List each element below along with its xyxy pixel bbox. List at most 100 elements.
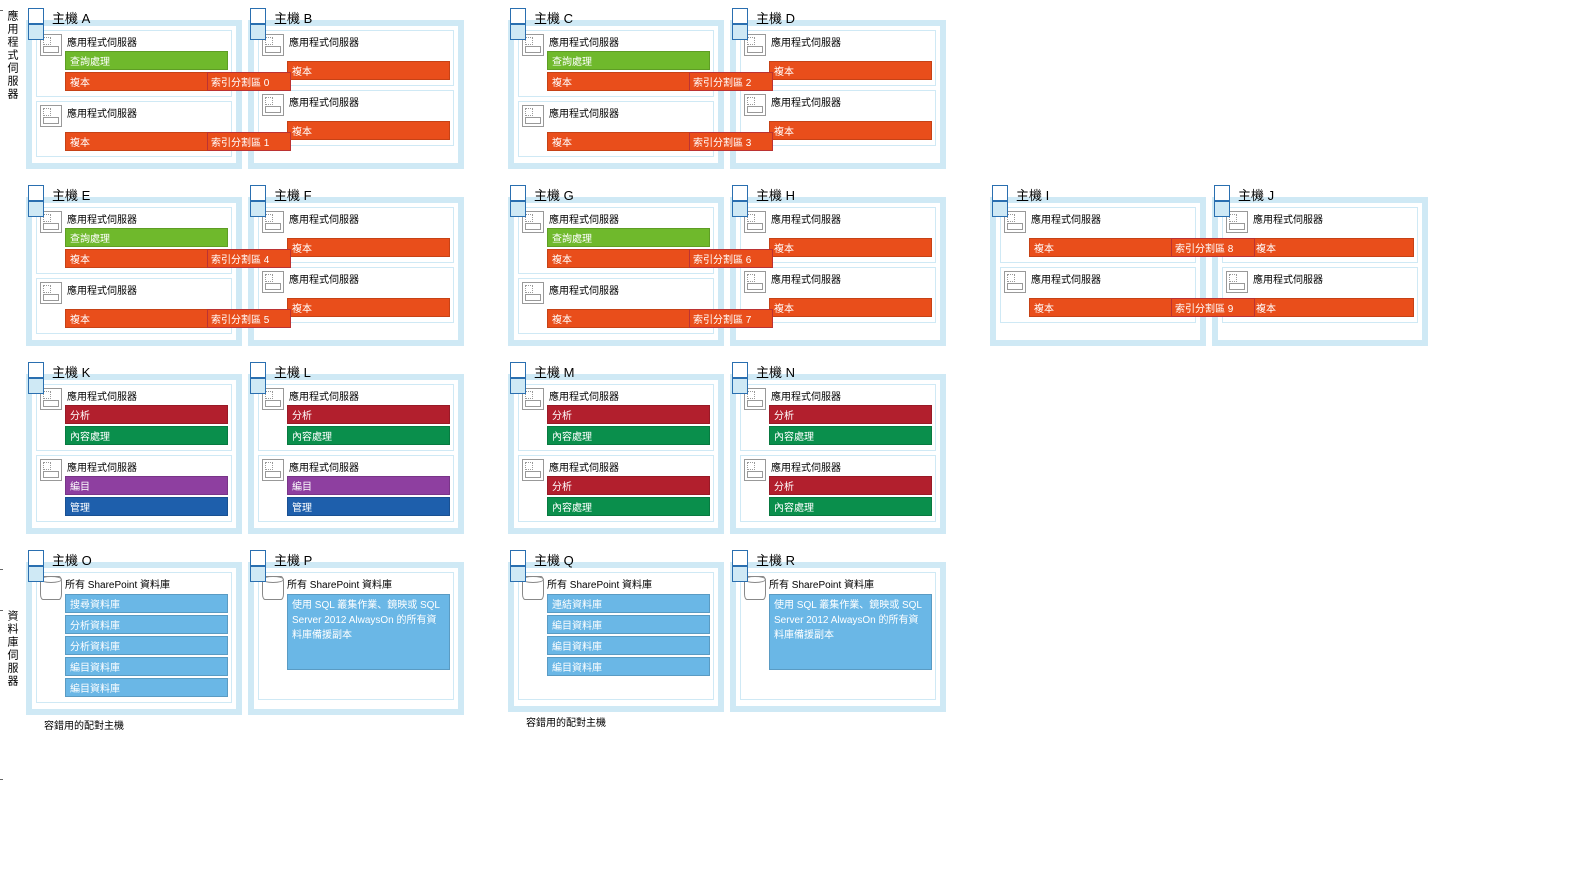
database-icon [40, 576, 62, 600]
section-label-db: 資料庫伺服器 [4, 610, 20, 780]
role-replica: 複本 [65, 249, 228, 268]
server-icon [522, 282, 544, 304]
partition-label: 索引分割區 2 [689, 72, 773, 91]
partition-label: 索引分割區 5 [207, 309, 291, 328]
role-mgmt: 管理 [65, 497, 228, 516]
role-replica: 複本 [1251, 298, 1414, 317]
db-mirror-text: 使用 SQL 叢集作業、鏡映或 SQL Server 2012 AlwaysOn… [287, 594, 450, 670]
database-icon [522, 576, 544, 600]
db-item: 編目資料庫 [547, 657, 710, 676]
role-query: 查詢處理 [547, 228, 710, 247]
db-item: 編目資料庫 [65, 657, 228, 676]
server-icon [262, 388, 284, 410]
app-block: 應用程式伺服器 查詢處理 複本 [36, 30, 232, 97]
role-content: 內容處理 [769, 426, 932, 445]
server-icon [1226, 211, 1248, 233]
server-icon [262, 459, 284, 481]
role-analysis: 分析 [547, 476, 710, 495]
host-j: 主機 J 應用程式伺服器 複本 應用程式伺服器 複本 [1212, 197, 1428, 346]
role-replica: 複本 [287, 298, 450, 317]
role-query: 查詢處理 [547, 51, 710, 70]
server-icon [40, 34, 62, 56]
role-content: 內容處理 [287, 426, 450, 445]
db-item: 編目資料庫 [65, 678, 228, 697]
role-analysis: 分析 [65, 405, 228, 424]
role-mgmt: 管理 [287, 497, 450, 516]
row-4: 主機 O 所有 SharePoint 資料庫 搜尋資料庫 分析資料庫 分析資料庫… [26, 562, 1591, 732]
host-n: 主機 N 應用程式伺服器 分析 內容處理 應用程式伺服器 分析 內容處理 [730, 374, 946, 534]
server-icon [744, 459, 766, 481]
partition-label: 索引分割區 9 [1171, 298, 1255, 317]
partition-label: 索引分割區 6 [689, 249, 773, 268]
server-icon [262, 211, 284, 233]
role-replica: 複本 [287, 61, 450, 80]
server-icon [522, 459, 544, 481]
server-icon [744, 211, 766, 233]
host-o: 主機 O 所有 SharePoint 資料庫 搜尋資料庫 分析資料庫 分析資料庫… [26, 562, 242, 715]
server-icon [262, 34, 284, 56]
role-replica: 複本 [65, 132, 228, 151]
database-icon [262, 576, 284, 600]
db-block: 所有 SharePoint 資料庫 使用 SQL 叢集作業、鏡映或 SQL Se… [740, 572, 936, 700]
role-replica: 複本 [65, 309, 228, 328]
host-l: 主機 L 應用程式伺服器 分析 內容處理 應用程式伺服器 編目 管理 [248, 374, 464, 534]
app-block: 應用程式伺服器 複本 [36, 101, 232, 157]
role-replica: 複本 [547, 249, 710, 268]
host-p: 主機 P 所有 SharePoint 資料庫 使用 SQL 叢集作業、鏡映或 S… [248, 562, 464, 715]
role-replica: 複本 [547, 309, 710, 328]
role-replica: 複本 [769, 121, 932, 140]
db-item: 搜尋資料庫 [65, 594, 228, 613]
server-icon [522, 105, 544, 127]
role-query: 查詢處理 [65, 228, 228, 247]
role-replica: 複本 [1251, 238, 1414, 257]
role-replica: 複本 [769, 298, 932, 317]
db-block: 所有 SharePoint 資料庫 連結資料庫 編目資料庫 編目資料庫 編目資料… [518, 572, 714, 700]
app-block: 應用程式伺服器 複本 [518, 101, 714, 157]
server-icon [1004, 211, 1026, 233]
role-replica: 複本 [1029, 238, 1192, 257]
partition-label: 索引分割區 3 [689, 132, 773, 151]
role-replica: 複本 [287, 121, 450, 140]
database-icon [744, 576, 766, 600]
role-replica: 複本 [769, 61, 932, 80]
role-content: 內容處理 [547, 426, 710, 445]
server-icon [522, 388, 544, 410]
role-content: 內容處理 [65, 426, 228, 445]
server-icon [522, 34, 544, 56]
db-item: 連結資料庫 [547, 594, 710, 613]
section-label-app: 應用程式伺服器 [4, 10, 20, 570]
server-icon [40, 388, 62, 410]
app-block: 應用程式伺服器 查詢處理 複本 [518, 30, 714, 97]
role-replica: 複本 [65, 72, 228, 91]
role-replica: 複本 [547, 72, 710, 91]
role-content: 內容處理 [769, 497, 932, 516]
row-2: 主機 E 應用程式伺服器 查詢處理 複本 應用程式伺服器 複本 主機 F 應用程… [26, 197, 1591, 346]
server-icon [744, 388, 766, 410]
partition-label: 索引分割區 1 [207, 132, 291, 151]
db-mirror-text: 使用 SQL 叢集作業、鏡映或 SQL Server 2012 AlwaysOn… [769, 594, 932, 670]
partition-label: 索引分割區 4 [207, 249, 291, 268]
host-m: 主機 M 應用程式伺服器 分析 內容處理 應用程式伺服器 分析 內容處理 [508, 374, 724, 534]
db-item: 編目資料庫 [547, 636, 710, 655]
role-query: 查詢處理 [65, 51, 228, 70]
role-index: 編目 [287, 476, 450, 495]
server-icon [744, 271, 766, 293]
server-icon [40, 211, 62, 233]
role-analysis: 分析 [769, 405, 932, 424]
role-index: 編目 [65, 476, 228, 495]
server-icon [522, 211, 544, 233]
row-1: 主機 A 應用程式伺服器 查詢處理 複本 應用程式伺服器 複本 主機 B 應用程… [26, 20, 1591, 169]
role-replica: 複本 [769, 238, 932, 257]
db-block: 所有 SharePoint 資料庫 使用 SQL 叢集作業、鏡映或 SQL Se… [258, 572, 454, 700]
role-replica: 複本 [547, 132, 710, 151]
server-icon [1226, 271, 1248, 293]
partition-label: 索引分割區 7 [689, 309, 773, 328]
host-k: 主機 K 應用程式伺服器 分析 內容處理 應用程式伺服器 編目 管理 [26, 374, 242, 534]
db-block: 所有 SharePoint 資料庫 搜尋資料庫 分析資料庫 分析資料庫 編目資料… [36, 572, 232, 703]
server-icon [1004, 271, 1026, 293]
host-i: 主機 I 應用程式伺服器 複本 應用程式伺服器 複本 [990, 197, 1206, 346]
role-analysis: 分析 [769, 476, 932, 495]
row-3: 主機 K 應用程式伺服器 分析 內容處理 應用程式伺服器 編目 管理 主機 L … [26, 374, 1591, 534]
role-replica: 複本 [1029, 298, 1192, 317]
partition-label: 索引分割區 0 [207, 72, 291, 91]
